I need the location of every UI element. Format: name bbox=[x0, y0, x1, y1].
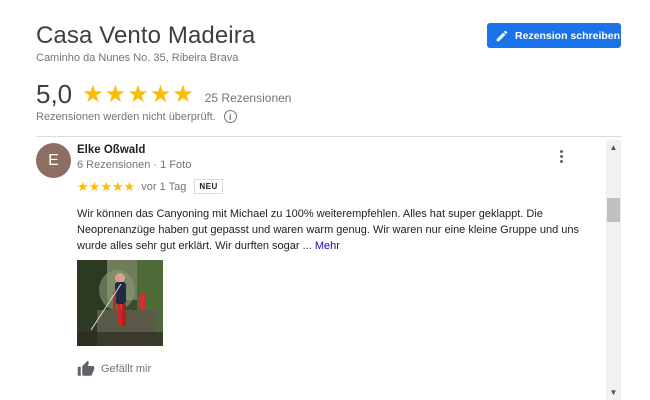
like-label: Gefällt mir bbox=[101, 363, 152, 375]
reviewer-name[interactable]: Elke Oßwald bbox=[77, 144, 145, 156]
star-icon: ★ bbox=[77, 179, 89, 194]
star-icon: ★ bbox=[100, 179, 112, 194]
star-icon: ★ bbox=[88, 179, 101, 194]
place-title: Casa Vento Madeira bbox=[36, 22, 256, 49]
info-icon[interactable]: i bbox=[223, 110, 237, 123]
scroll-thumb[interactable] bbox=[607, 198, 620, 222]
review-photo[interactable] bbox=[77, 260, 163, 346]
new-badge: NEU bbox=[194, 179, 223, 194]
rating-summary: 5,0 ★ ★ ★ ★ ★ 25 Rezensionen bbox=[36, 79, 291, 110]
star-icon: ★ bbox=[111, 179, 124, 194]
review-rating-row: ★ ★ ★ ★ ★ vor 1 Tag NEU bbox=[77, 179, 223, 194]
scroll-up-icon[interactable]: ▲ bbox=[606, 140, 621, 155]
star-icon: ★ bbox=[172, 80, 194, 108]
more-link[interactable]: Mehr bbox=[315, 240, 340, 252]
write-review-label: Rezension schreiben bbox=[515, 29, 621, 42]
star-icon: ★ bbox=[149, 80, 172, 108]
review-count-link[interactable]: 25 Rezensionen bbox=[205, 91, 292, 105]
reviewer-meta: 6 Rezensionen · 1 Foto bbox=[77, 159, 192, 171]
star-icon: ★ bbox=[123, 179, 136, 194]
star-icon: ★ bbox=[104, 80, 127, 108]
scrollbar[interactable]: ▲ ▼ bbox=[606, 140, 621, 400]
scroll-down-icon[interactable]: ▼ bbox=[606, 385, 621, 400]
avatar[interactable]: E bbox=[36, 143, 71, 178]
review-text: Wir können das Canyoning mit Michael zu … bbox=[77, 206, 592, 254]
unverified-note-text: Rezensionen werden nicht überprüft. bbox=[36, 110, 216, 123]
rating-stars: ★ ★ ★ ★ ★ bbox=[82, 80, 195, 108]
place-address: Caminho da Nunes No. 35, Ribeira Brava bbox=[36, 52, 239, 64]
like-button[interactable]: Gefällt mir bbox=[77, 360, 151, 378]
review-stars: ★ ★ ★ ★ ★ bbox=[77, 180, 135, 193]
thumbs-up-icon bbox=[77, 360, 95, 378]
write-review-button[interactable]: Rezension schreiben bbox=[487, 23, 621, 48]
pencil-icon bbox=[495, 29, 509, 43]
divider bbox=[36, 136, 622, 137]
rating-value: 5,0 bbox=[36, 79, 73, 109]
star-icon: ★ bbox=[127, 80, 149, 108]
reviews-unverified-note: Rezensionen werden nicht überprüft. i bbox=[36, 110, 237, 123]
review-age: vor 1 Tag bbox=[141, 180, 187, 193]
more-options-icon[interactable] bbox=[554, 148, 568, 164]
star-icon: ★ bbox=[82, 80, 104, 108]
